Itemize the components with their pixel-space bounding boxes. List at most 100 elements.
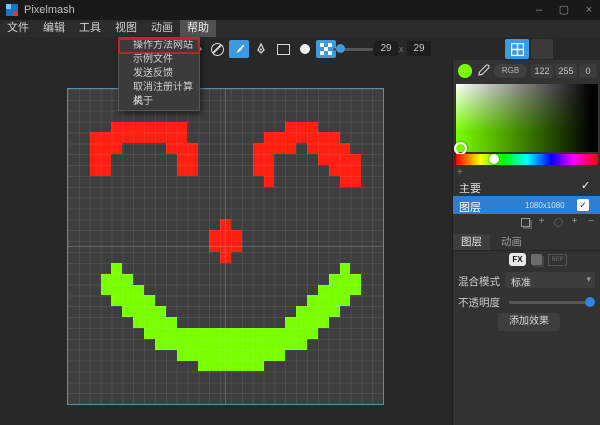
reference-button[interactable]: REF	[548, 254, 567, 266]
pixel-run	[198, 361, 263, 372]
pixel-run	[253, 154, 275, 165]
minimize-button[interactable]: –	[530, 3, 548, 17]
add-group-button[interactable]: +	[569, 216, 581, 227]
help-menu-item-3[interactable]: 取消注册计算机	[119, 81, 199, 95]
help-menu-item-4[interactable]: 关于	[119, 95, 199, 109]
brush-icon	[233, 43, 245, 55]
pixel-run	[177, 154, 199, 165]
close-button[interactable]: ×	[580, 3, 598, 17]
add-effect-button[interactable]: 添加效果	[498, 313, 560, 331]
eyedropper-icon	[477, 64, 490, 77]
eraser-tool-button[interactable]	[207, 40, 227, 58]
grid-toggle-button[interactable]	[505, 39, 529, 59]
pixel-run	[144, 328, 318, 339]
pixel-run	[177, 350, 286, 361]
shape-tool-button[interactable]	[273, 40, 293, 58]
green-value-field[interactable]: 255	[555, 64, 577, 78]
primary-group-row[interactable]: 主要 ✓	[453, 178, 600, 194]
layer-size: 1080x1080	[525, 201, 565, 210]
center-guide-horizontal	[68, 246, 383, 247]
pixel-run	[90, 165, 112, 176]
primary-group-label: 主要	[459, 180, 481, 196]
menu-item-4[interactable]: 动画	[144, 20, 180, 37]
pixelmash-window: Pixelmash – ▢ × 文件编辑工具视图动画帮助 29 x 29	[0, 0, 600, 425]
pixel-run	[101, 285, 144, 296]
pixel-run	[340, 176, 362, 187]
eyedropper-button[interactable]	[477, 64, 490, 82]
merge-icon	[554, 218, 563, 227]
opacity-label: 不透明度	[458, 295, 500, 310]
pixel-run	[307, 295, 350, 306]
help-dropdown-menu: 操作方法网站示例文件发送反馈取消注册计算机关于	[118, 37, 200, 111]
pixel-run	[253, 165, 275, 176]
layer-name: 图层	[459, 199, 481, 215]
menu-item-2[interactable]: 工具	[72, 20, 108, 37]
pixel-run	[285, 122, 318, 133]
duplicate-layer-button[interactable]	[519, 216, 531, 230]
hue-slider-knob[interactable]	[489, 154, 499, 164]
menu-item-1[interactable]: 编辑	[36, 20, 72, 37]
pixel-run	[329, 274, 362, 285]
onion-skin-button[interactable]	[531, 39, 553, 59]
saturation-value-picker[interactable]	[456, 84, 598, 152]
pen-tool-button[interactable]	[251, 40, 271, 58]
pixel-run	[155, 339, 307, 350]
blend-mode-select[interactable]: 标准 ▾	[505, 272, 595, 288]
brush-shape-button[interactable]	[296, 40, 314, 58]
merge-layer-button[interactable]	[552, 216, 564, 230]
current-color-swatch[interactable]	[458, 64, 472, 78]
menu-item-5[interactable]: 帮助	[180, 20, 216, 37]
pixel-run	[166, 143, 199, 154]
mask-button[interactable]	[531, 254, 542, 265]
pixel-run	[90, 143, 123, 154]
title-bar: Pixelmash – ▢ ×	[0, 0, 600, 20]
help-menu-item-2[interactable]: 发送反馈	[119, 67, 199, 81]
layer-visibility-checkbox[interactable]: ✓	[577, 199, 589, 211]
color-mode-select[interactable]: RGB	[494, 64, 527, 78]
app-logo-icon	[6, 4, 18, 16]
add-layer-button[interactable]: +	[536, 216, 548, 227]
pixel-run	[111, 122, 187, 133]
brush-size-slider-knob[interactable]	[336, 44, 345, 53]
pixel-run	[296, 306, 339, 317]
tab-layers[interactable]: 图层	[453, 234, 490, 250]
help-menu-item-1[interactable]: 示例文件	[119, 53, 199, 67]
duplicate-icon	[521, 218, 530, 227]
pixel-run	[253, 143, 296, 154]
panel-tabs: 图层 动画	[453, 234, 600, 251]
pixel-run	[285, 317, 328, 328]
window-title: Pixelmash	[24, 4, 75, 16]
pixel-run	[340, 263, 351, 274]
menu-bar: 文件编辑工具视图动画帮助	[0, 20, 600, 37]
opacity-slider-knob[interactable]	[585, 297, 595, 307]
opacity-slider[interactable]	[509, 301, 591, 304]
chevron-down-icon: ▾	[586, 274, 591, 285]
pixel-run	[133, 317, 176, 328]
add-swatch-button[interactable]: +	[457, 167, 463, 178]
fx-button[interactable]: FX	[509, 253, 526, 266]
layer-row-selected[interactable]: 图层 1080x1080 ✓	[453, 196, 600, 214]
menu-item-3[interactable]: 视图	[108, 20, 144, 37]
canvas[interactable]	[67, 88, 384, 405]
pixel-height-field[interactable]: 29	[407, 41, 431, 56]
grid-icon	[511, 43, 524, 56]
eraser-icon	[211, 43, 224, 56]
remove-layer-button[interactable]: −	[585, 216, 597, 227]
size-separator: x	[399, 44, 404, 54]
hue-slider[interactable]	[456, 154, 598, 165]
brush-tool-button[interactable]	[229, 40, 249, 58]
help-menu-item-0[interactable]: 操作方法网站	[119, 39, 199, 53]
pixel-run	[177, 165, 199, 176]
maximize-button[interactable]: ▢	[555, 3, 573, 17]
pixel-run	[122, 306, 165, 317]
tab-animation[interactable]: 动画	[493, 234, 530, 250]
dither-icon	[320, 43, 332, 55]
opacity-row: 不透明度	[453, 293, 600, 309]
pixel-run	[329, 165, 362, 176]
pixel-width-field[interactable]: 29	[374, 41, 398, 56]
red-value-field[interactable]: 122	[531, 64, 553, 78]
menu-item-0[interactable]: 文件	[0, 20, 36, 37]
primary-visibility-checkbox[interactable]: ✓	[581, 179, 590, 192]
blend-mode-row: 混合模式 标准 ▾	[453, 272, 600, 289]
blue-value-field[interactable]: 0	[579, 64, 597, 78]
